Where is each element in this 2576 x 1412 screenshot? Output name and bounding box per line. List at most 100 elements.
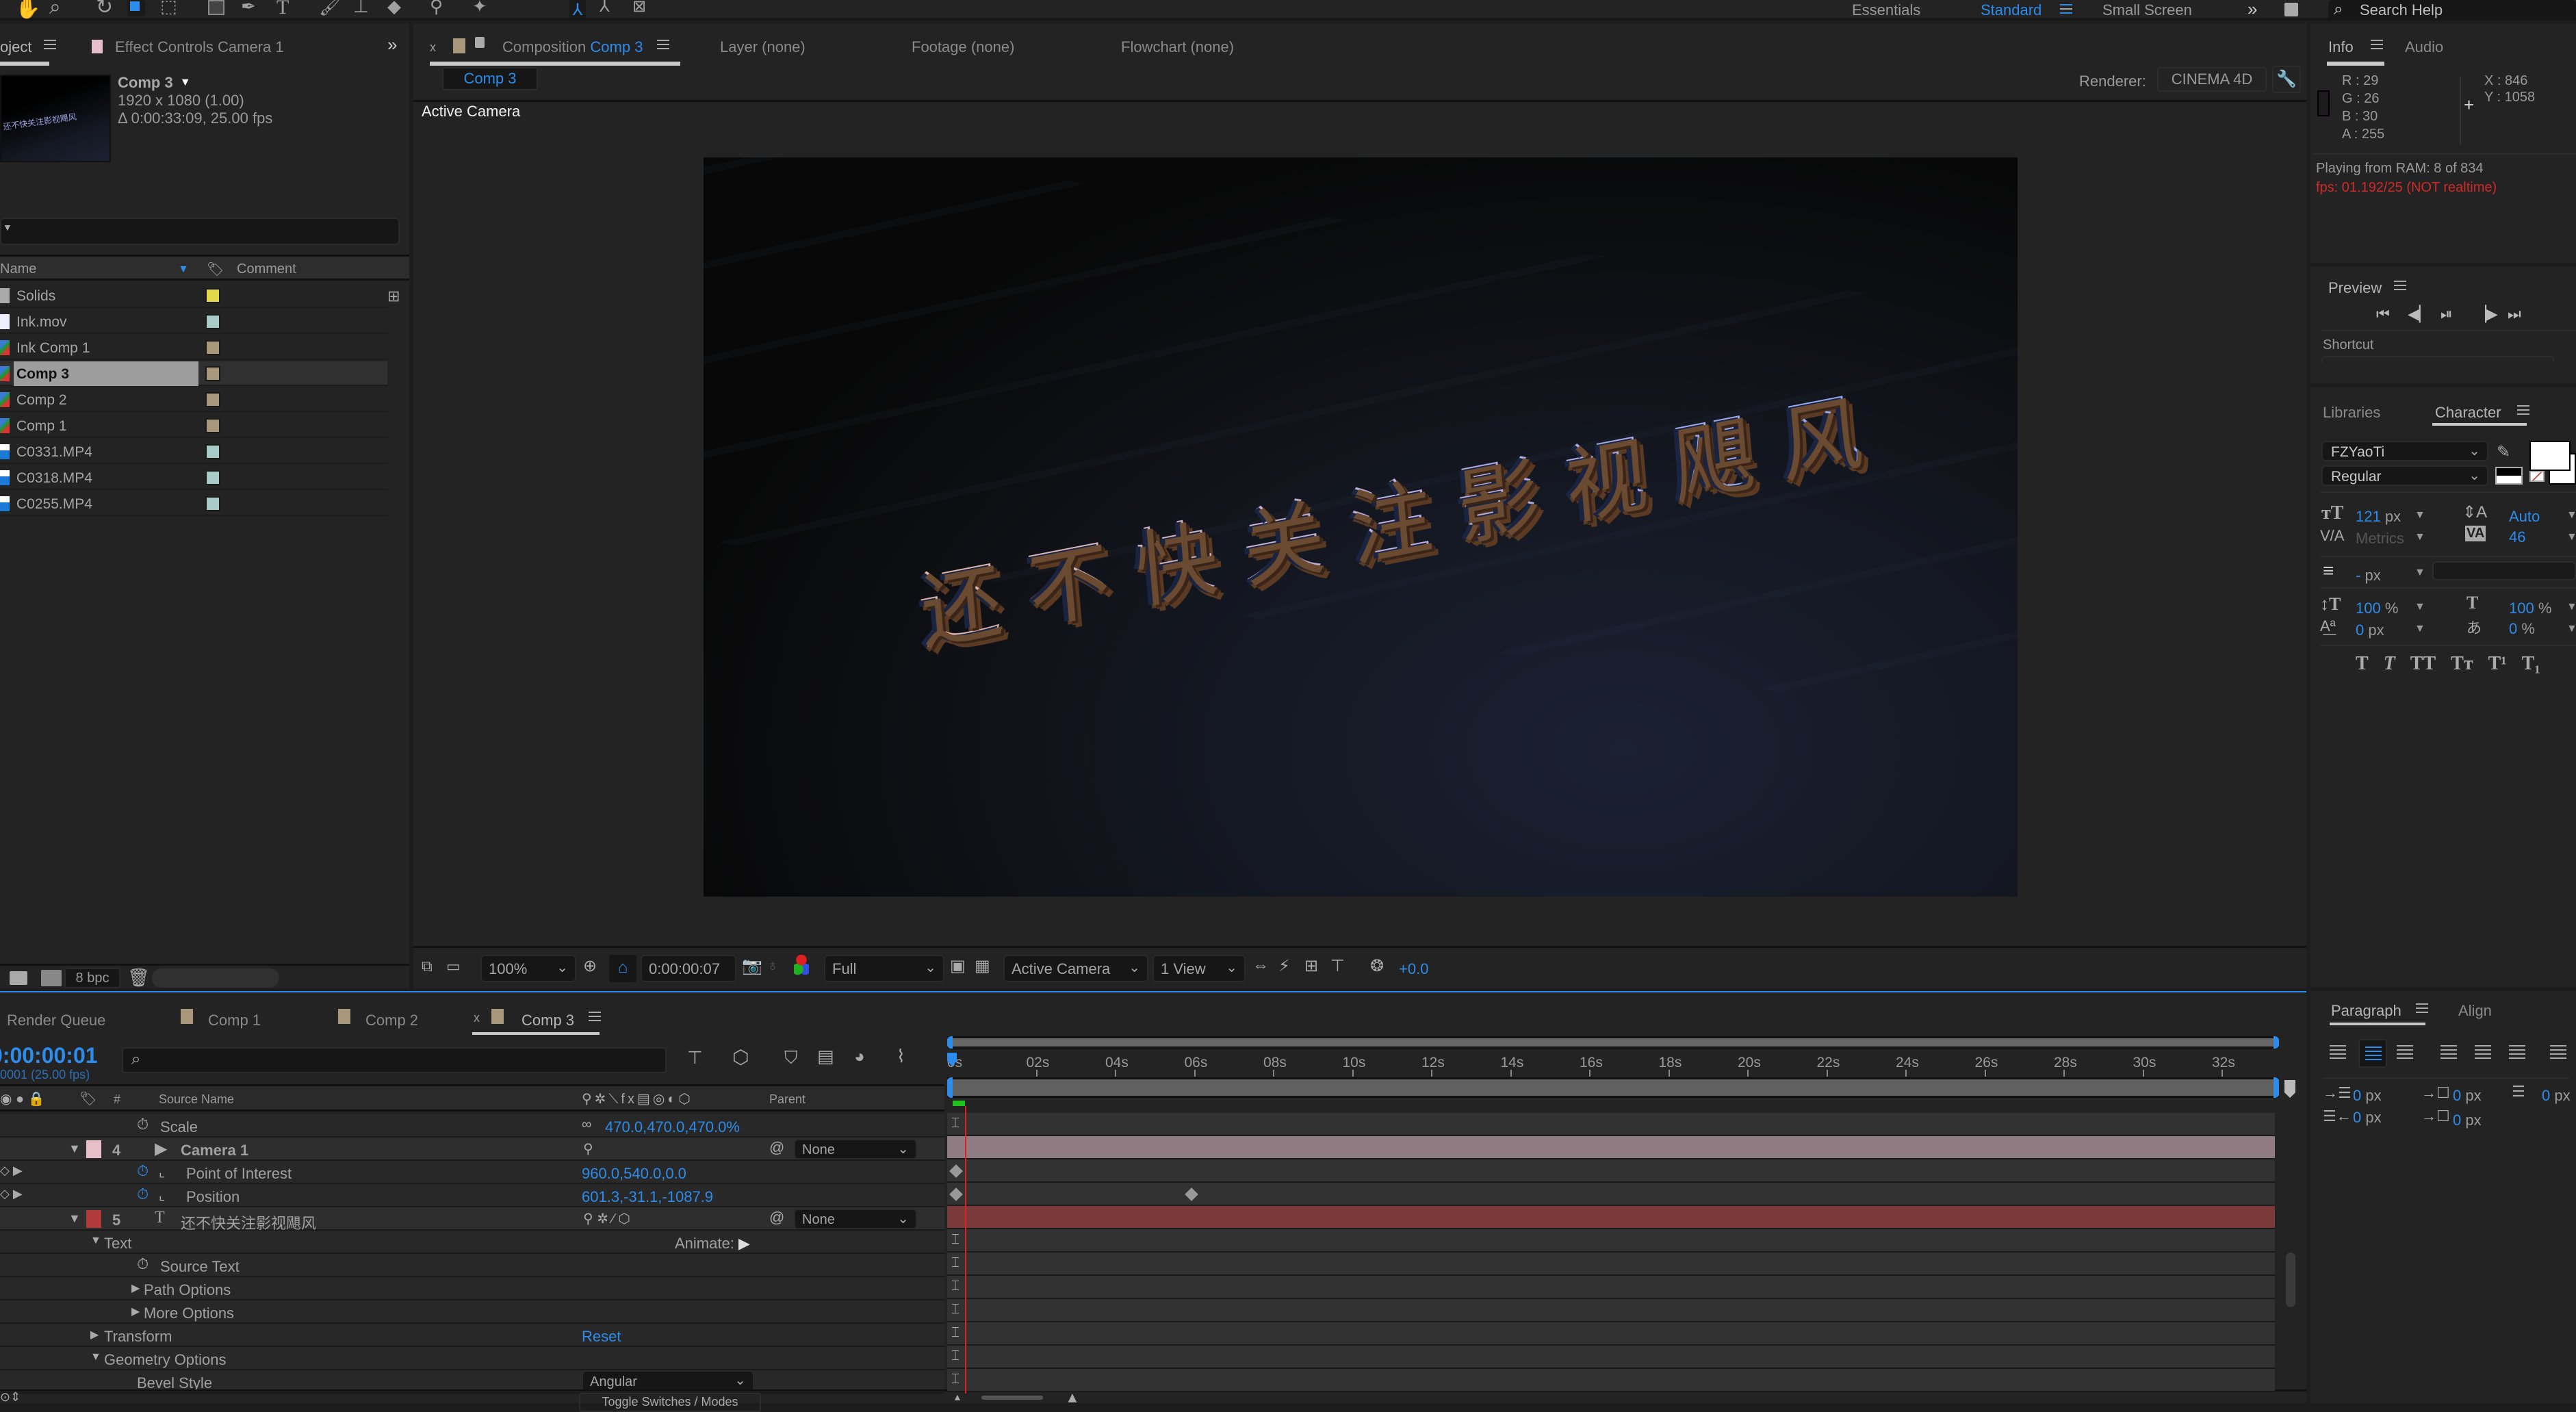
stopwatch-icon[interactable]: ⏱ — [137, 1162, 149, 1180]
pen-tool-icon[interactable]: ✒ — [241, 0, 256, 15]
timeline-menu-icon[interactable] — [589, 1012, 601, 1021]
parent-dropdown[interactable]: None ⌄ — [794, 1139, 917, 1159]
draft-3d-icon[interactable]: ⬡ — [732, 1046, 749, 1068]
workspace-small-screen[interactable]: Small Screen — [2102, 3, 2192, 18]
column-name[interactable]: Name — [0, 262, 36, 276]
label-color-swatch[interactable] — [205, 366, 220, 381]
property-track[interactable]: ⌶ — [947, 1322, 2275, 1346]
tab-paragraph[interactable]: Paragraph — [2331, 1002, 2401, 1020]
property-track[interactable] — [947, 1183, 2275, 1206]
font-size-value[interactable]: 121 px — [2356, 508, 2401, 526]
layer-switches[interactable]: ⚲ ✲ ⁄ ⬡ — [583, 1210, 630, 1227]
tracking-dropdown-icon[interactable]: ▼ — [2566, 531, 2576, 543]
motion-blur-icon[interactable]: ◕ — [854, 1046, 865, 1067]
label-color-swatch[interactable] — [205, 392, 220, 407]
close-comp-tab-icon[interactable]: x — [430, 41, 436, 53]
brush-tool-icon[interactable]: 🖌 — [319, 0, 342, 15]
project-item[interactable]: Comp 2 — [0, 387, 387, 412]
keyframe[interactable] — [949, 1164, 963, 1178]
label-column-icon[interactable]: 🏷 — [207, 261, 224, 278]
fast-draft-icon[interactable]: ⚡ — [1278, 956, 1290, 976]
label-color-swatch[interactable] — [205, 418, 220, 433]
flowchart-icon[interactable]: ⊞ — [387, 287, 400, 305]
new-composition-icon[interactable] — [41, 970, 62, 986]
layer-label-color[interactable] — [86, 1140, 101, 1158]
keyframe[interactable] — [1185, 1188, 1198, 1201]
layer-switches[interactable]: ⚲ — [583, 1140, 593, 1157]
lock-icon[interactable] — [475, 37, 485, 48]
show-snapshot-icon[interactable]: ♁ — [767, 956, 779, 975]
font-style-dropdown[interactable]: Regular ⌄ — [2321, 465, 2488, 486]
tab-info[interactable]: Info — [2328, 38, 2354, 56]
safe-zones-icon[interactable]: ⊕ — [583, 956, 597, 976]
baseline-shift-dropdown-icon[interactable]: ▼ — [2414, 623, 2425, 635]
property-track[interactable]: ⌶ — [947, 1113, 2275, 1136]
renderer-options-icon[interactable]: 🔧 — [2272, 66, 2301, 93]
property-track[interactable]: ⌶ — [947, 1253, 2275, 1276]
comp-canvas[interactable]: 还不快关注影视飓风 — [704, 157, 2018, 897]
renderer-button[interactable]: CINEMA 4D — [2157, 67, 2267, 92]
project-item[interactable]: C0255.MP4 — [0, 491, 387, 516]
timeline-search-input[interactable]: ⌕ — [122, 1047, 667, 1073]
project-item[interactable]: C0331.MP4 — [0, 439, 387, 464]
tab-character[interactable]: Character — [2435, 404, 2501, 422]
property-row[interactable]: ◇ ▶ ⏱ ⌞ Position 601.3,-31.1,-1087.9 — [0, 1184, 944, 1207]
parent-pickwhip-icon[interactable]: @ — [769, 1139, 784, 1157]
navigator-start-handle[interactable] — [947, 1077, 953, 1098]
faux-bold-button[interactable]: T — [2356, 653, 2369, 675]
bit-depth-button[interactable]: 8 bpc — [64, 968, 120, 988]
frame-blending-icon[interactable]: ▤ — [817, 1046, 834, 1067]
property-row[interactable]: ⏱ Source Text — [0, 1254, 944, 1277]
small-caps-button[interactable]: Tᴛ — [2451, 653, 2473, 675]
resolution-dropdown[interactable]: Full ⌄ — [824, 955, 944, 982]
toggle-switches-modes-button[interactable]: Toggle Switches / Modes — [579, 1393, 761, 1412]
breadcrumb-comp3[interactable]: Comp 3 — [442, 67, 538, 90]
tsume-dropdown-icon[interactable]: ▼ — [2566, 623, 2576, 635]
new-folder-icon[interactable] — [10, 971, 27, 985]
toggle-pixel-aspect-icon[interactable]: ⇔ — [1252, 956, 1269, 975]
layer-duration-bar[interactable] — [947, 1136, 2275, 1159]
leading-dropdown-icon[interactable]: ▼ — [2566, 509, 2576, 522]
workspace-standard[interactable]: Standard — [1981, 3, 2042, 18]
timeline-vertical-scrollbar[interactable] — [2286, 1253, 2295, 1307]
clone-stamp-tool-icon[interactable]: ⊥ — [353, 0, 369, 15]
project-scrollbar[interactable] — [152, 968, 279, 988]
property-row[interactable]: ⏱ Scale ∞ 470.0,470.0,470.0% — [0, 1114, 944, 1138]
first-line-indent-value[interactable]: 0 px — [2542, 1087, 2571, 1105]
always-preview-icon[interactable]: ⧉ — [422, 958, 433, 975]
stopwatch-icon[interactable]: ⏱ — [137, 1185, 149, 1203]
tab-libraries[interactable]: Libraries — [2323, 404, 2380, 422]
character-menu-icon[interactable] — [2517, 405, 2529, 415]
hand-tool-icon[interactable]: ✋ — [15, 0, 40, 19]
align-right-button[interactable] — [2391, 1039, 2420, 1068]
parent-dropdown[interactable]: None ⌄ — [794, 1209, 917, 1229]
space-after-value[interactable]: 0 px — [2453, 1112, 2482, 1129]
label-color-swatch[interactable] — [205, 340, 220, 355]
project-item[interactable]: Solids — [0, 283, 387, 308]
world-axis-mode-icon[interactable]: ⅄ — [600, 0, 610, 15]
label-color-swatch[interactable] — [205, 444, 220, 459]
property-track[interactable]: ⌶ — [947, 1346, 2275, 1369]
faux-italic-button[interactable]: T — [2384, 653, 2395, 675]
workspace-essentials[interactable]: Essentials — [1852, 3, 1920, 18]
property-group-row[interactable]: ▼ Text Animate: ▶ — [0, 1231, 944, 1254]
tab-flowchart[interactable]: Flowchart (none) — [1121, 38, 1234, 56]
space-before-value[interactable]: 0 px — [2453, 1087, 2482, 1105]
superscript-button[interactable]: T¹ — [2488, 653, 2507, 675]
rectangle-tool-icon[interactable] — [208, 0, 224, 15]
vertical-scale-dropdown-icon[interactable]: ▼ — [2414, 601, 2425, 613]
tab-render-queue[interactable]: Render Queue — [7, 1012, 105, 1029]
sort-descending-icon[interactable]: ▼ — [178, 264, 189, 276]
flowchart-icon[interactable]: ⊤ — [1330, 956, 1345, 976]
justify-last-center-button[interactable] — [2469, 1039, 2498, 1068]
stopwatch-icon[interactable]: ⏱ — [137, 1255, 149, 1273]
leading-value[interactable]: Auto — [2509, 508, 2540, 526]
layer-duration-bar[interactable] — [947, 1206, 2275, 1229]
navigator-end-handle[interactable] — [2274, 1077, 2279, 1098]
monitor-icon[interactable]: ▭ — [446, 958, 461, 975]
column-source-name[interactable]: Source Name — [159, 1093, 234, 1105]
property-group-row[interactable]: ▶ Transform Reset — [0, 1324, 944, 1347]
no-fill-swatch[interactable] — [2529, 471, 2545, 482]
more-workspaces-icon[interactable]: » — [2247, 0, 2257, 18]
sync-settings-icon[interactable] — [2284, 3, 2298, 16]
